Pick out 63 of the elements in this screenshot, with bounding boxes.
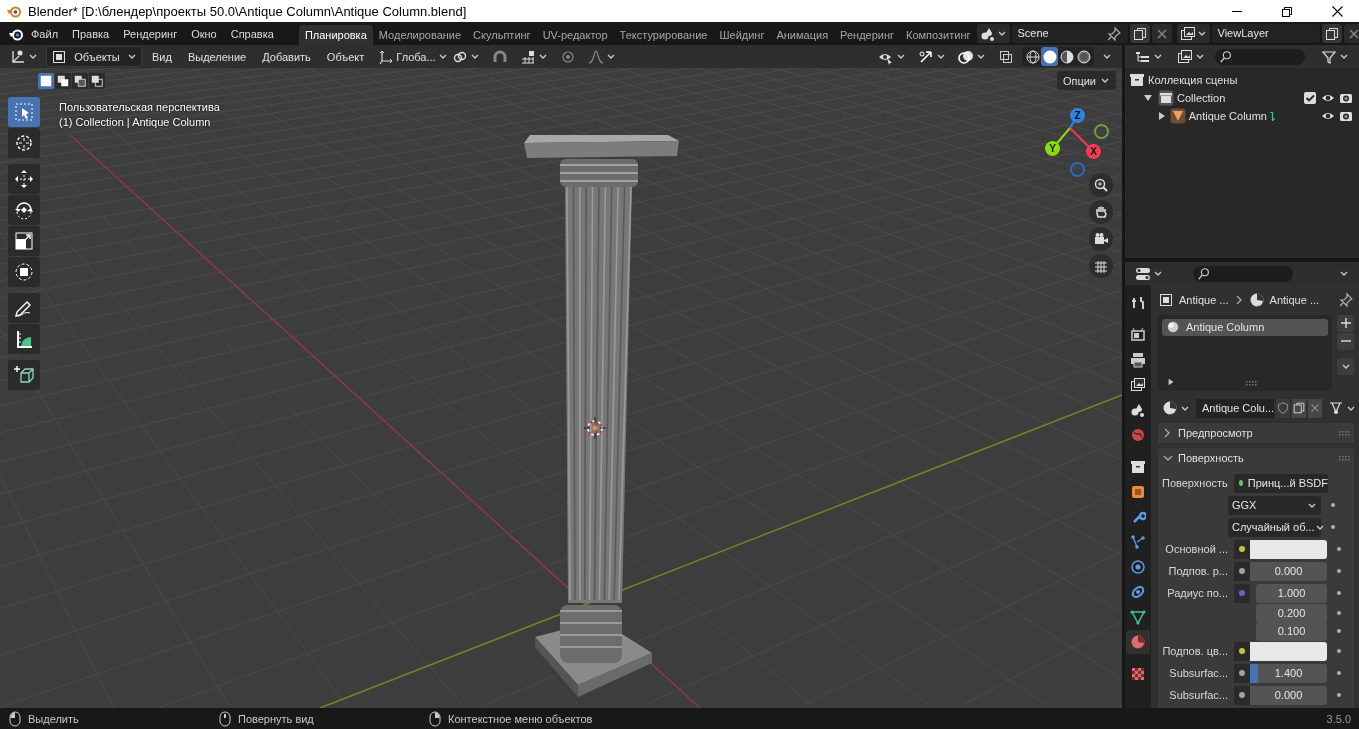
number-field[interactable]: 0.100 [1256, 621, 1327, 641]
mode-dropdown[interactable]: Объекты [46, 46, 142, 67]
outliner-label: Collection [1177, 92, 1227, 104]
outliner-label: Antique Column [1188, 110, 1267, 122]
options-dropdown[interactable]: Опции [1056, 71, 1116, 90]
material-slot[interactable]: Antique Column [1162, 318, 1328, 336]
menu-item[interactable]: Вид [146, 50, 178, 63]
field-label: Основной ... [1164, 543, 1229, 555]
field-label: Subsurfac... [1168, 667, 1229, 679]
orientation-dropdown[interactable]: Глоба... [374, 47, 445, 66]
workspace-tab[interactable]: Композитинг [900, 25, 977, 45]
menu-item[interactable]: Справка [223, 27, 281, 40]
name-field[interactable]: ViewLayer [1211, 24, 1320, 43]
field-label: Subsurfac... [1168, 689, 1229, 701]
workspace-tab[interactable]: Скульптинг [467, 25, 537, 45]
workspace-tab[interactable]: Шейдинг [713, 25, 771, 45]
panel-header[interactable]: Предпросмотр [1158, 422, 1354, 443]
outliner-row[interactable]: Antique Column [1125, 107, 1359, 125]
menu-item[interactable]: Правка [65, 27, 117, 40]
workspace-tab[interactable]: Планировка [298, 25, 373, 45]
field-label: Радиус по... [1166, 587, 1229, 599]
number-field[interactable]: 1.400 [1250, 663, 1327, 683]
status-hint: Повернуть вид [238, 712, 314, 725]
name-field[interactable]: Scene [1011, 24, 1128, 43]
number-field[interactable]: 0.000 [1250, 561, 1327, 581]
status-hint: Контекстное меню объектов [448, 712, 593, 725]
outliner-row[interactable]: Коллекция сцены [1125, 71, 1359, 89]
outliner-label: Коллекция сцены [1148, 74, 1239, 86]
view-name: Пользовательская перспектива [59, 101, 220, 113]
workspace-tab[interactable]: Рендеринг [834, 25, 901, 45]
field-label: Подпов. цв... [1161, 645, 1229, 657]
workspace-tab[interactable]: Анимация [770, 25, 835, 45]
dropdown[interactable]: Случайный об... [1228, 517, 1321, 537]
workspace-tab[interactable]: Моделирование [372, 25, 468, 45]
axis-handle[interactable]: Y [1045, 141, 1060, 156]
workspace-tab[interactable]: Текстурирование [613, 25, 714, 45]
menu-item[interactable]: Файл [24, 27, 66, 40]
shader-link-field[interactable]: Принц...й BSDF [1234, 473, 1328, 493]
outliner-row[interactable]: Collection [1125, 89, 1359, 107]
workspace-tab[interactable]: UV-редактор [536, 25, 614, 45]
window-title: Blender* [D:\блендер\проекты 50.0\Antique Column\Antique Column.blend] [28, 3, 467, 19]
menu-item[interactable]: Окно [184, 27, 224, 40]
menu-item[interactable]: Объект [320, 50, 371, 63]
menu-item[interactable]: Добавить [256, 50, 317, 63]
status-hint: Выделить [28, 712, 79, 725]
material-name-field[interactable]: Antique Colu... [1196, 398, 1275, 418]
panel-title: Предпросмотр [1178, 426, 1253, 439]
menu-item[interactable]: Рендеринг [116, 27, 185, 40]
menu-item[interactable]: Выделение [181, 50, 253, 63]
version-label: 3.5.0 [1326, 712, 1351, 725]
panel-header[interactable]: Поверхность [1158, 447, 1354, 468]
number-field[interactable]: 1.000 [1256, 583, 1327, 603]
field-label: Подпов. р... [1167, 565, 1229, 577]
axis-handle[interactable]: X [1086, 144, 1101, 159]
dropdown[interactable]: GGX [1228, 495, 1321, 515]
breadcrumb-item[interactable]: Antique ... [1269, 293, 1320, 306]
panel-title: Поверхность [1178, 451, 1244, 464]
number-field[interactable]: 0.000 [1250, 685, 1327, 705]
field-label: Поверхность [1161, 477, 1229, 489]
number-field[interactable]: 0.200 [1256, 603, 1327, 623]
breadcrumb-item[interactable]: Antique ... [1179, 293, 1229, 306]
axis-handle[interactable]: Z [1070, 108, 1085, 123]
context-info: (1) Collection | Antique Column [59, 116, 212, 128]
